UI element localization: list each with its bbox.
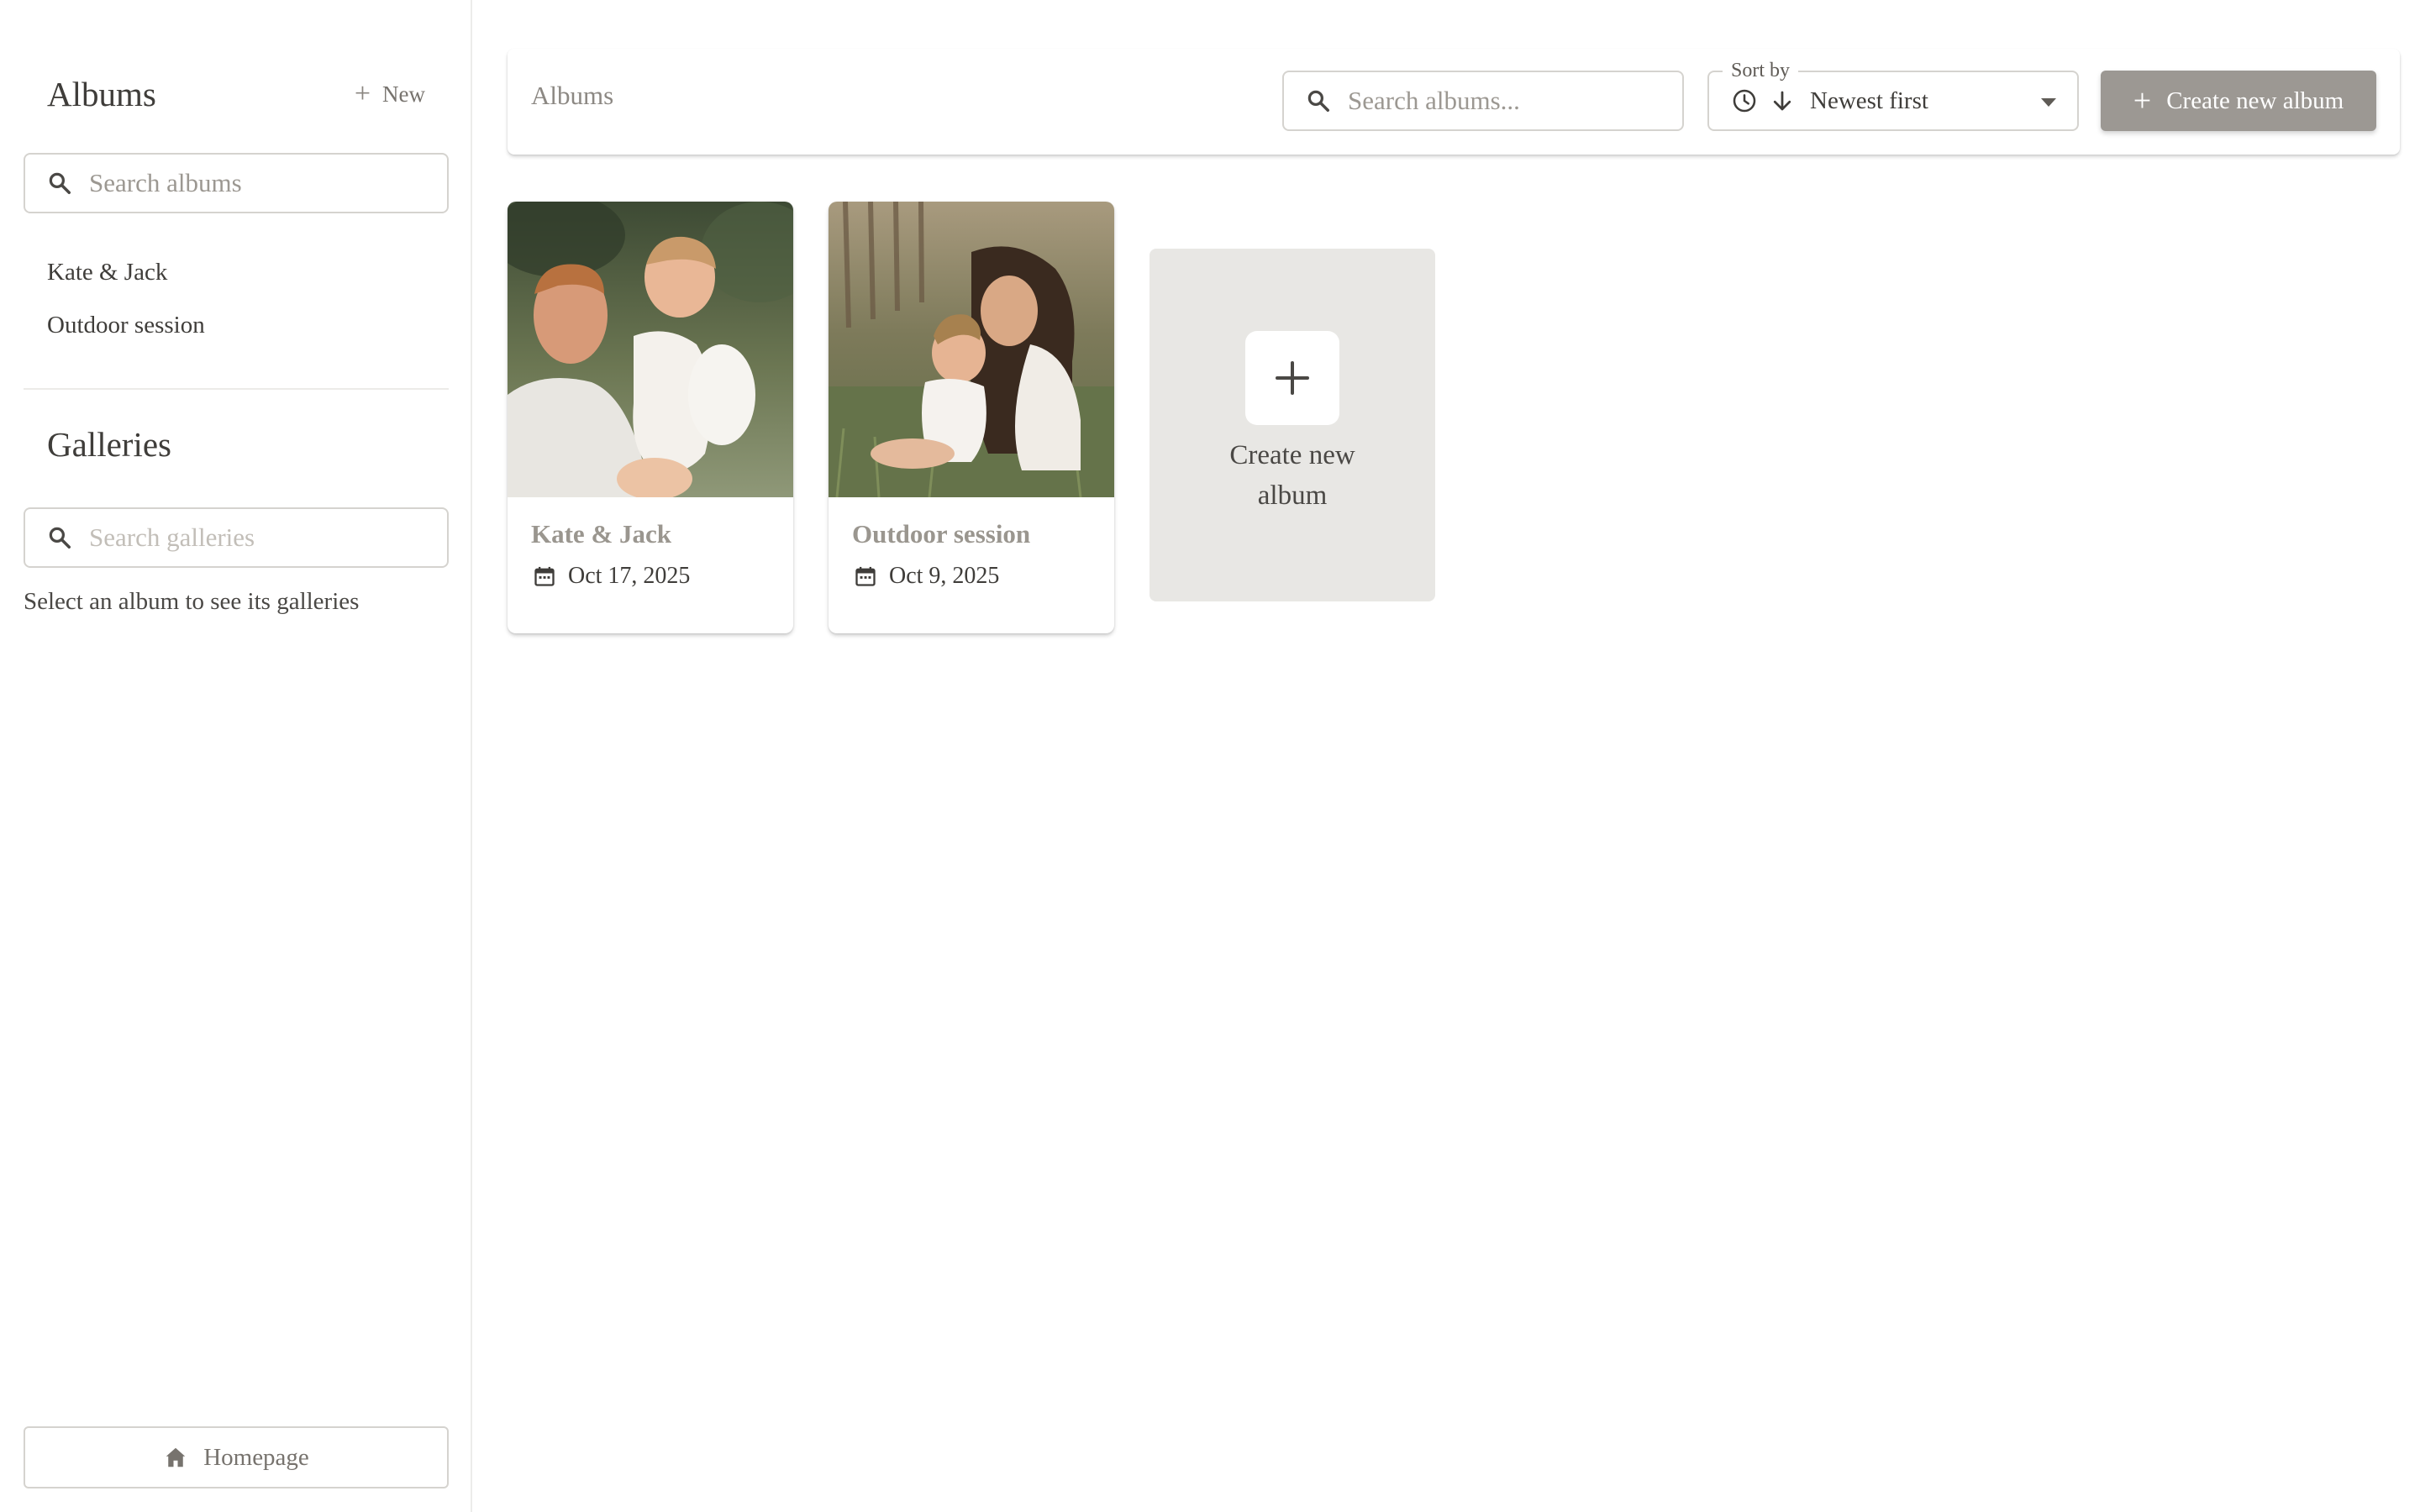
album-card[interactable]: Kate & Jack Oct 17, 2025 bbox=[508, 202, 793, 633]
create-album-card-label: Create new album bbox=[1150, 435, 1435, 516]
album-card-date-text: Oct 17, 2025 bbox=[568, 563, 691, 589]
album-card-date: Oct 17, 2025 bbox=[533, 563, 690, 590]
homepage-button-label: Homepage bbox=[203, 1443, 309, 1471]
album-search-input[interactable] bbox=[1348, 86, 1659, 116]
album-card-date-text: Oct 9, 2025 bbox=[889, 563, 1000, 589]
calendar-icon bbox=[534, 566, 555, 586]
arrow-down-icon bbox=[1773, 91, 1791, 111]
clock-icon bbox=[1733, 89, 1756, 113]
sidebar-albums-title: Albums bbox=[47, 75, 156, 113]
search-icon bbox=[49, 172, 71, 194]
album-cover-image bbox=[508, 202, 793, 497]
sidebar-album-list: Kate & Jack Outdoor session bbox=[47, 252, 205, 358]
sidebar-gallery-search[interactable] bbox=[24, 507, 449, 568]
sidebar: Albums + New Kate & Jack Outdoor session… bbox=[0, 0, 472, 1512]
homepage-button[interactable]: Homepage bbox=[24, 1426, 449, 1488]
calendar-icon bbox=[855, 566, 876, 586]
sidebar-album-search[interactable] bbox=[24, 153, 449, 213]
album-search[interactable] bbox=[1282, 71, 1684, 131]
create-album-button-label: Create new album bbox=[2166, 87, 2344, 114]
sidebar-albums-header: Albums + New bbox=[47, 71, 425, 118]
app-root: Albums + New Kate & Jack Outdoor session… bbox=[0, 0, 2420, 1512]
plus-icon: + bbox=[354, 78, 371, 109]
album-cover-image bbox=[829, 202, 1114, 497]
album-card[interactable]: Outdoor session Oct 9, 2025 bbox=[829, 202, 1114, 633]
plus-icon bbox=[1245, 331, 1339, 425]
plus-icon: + bbox=[2133, 83, 2152, 118]
sidebar-galleries-title: Galleries bbox=[47, 425, 171, 464]
sidebar-album-search-input[interactable] bbox=[89, 168, 425, 198]
sidebar-divider bbox=[24, 388, 449, 390]
sort-select-value: Newest first bbox=[1810, 87, 1928, 114]
album-card-title: Outdoor session bbox=[852, 519, 1031, 549]
new-album-button[interactable]: + New bbox=[355, 80, 425, 108]
galleries-empty-hint: Select an album to see its galleries bbox=[24, 588, 360, 615]
albums-toolbar: Albums Sort by Newest first + C bbox=[508, 49, 2400, 155]
sort-select-label: Sort by bbox=[1723, 59, 1799, 82]
page-title: Albums bbox=[531, 81, 614, 110]
create-album-card[interactable]: Create new album bbox=[1150, 249, 1435, 601]
sidebar-gallery-search-input[interactable] bbox=[89, 522, 425, 553]
search-icon bbox=[49, 527, 71, 549]
new-album-button-label: New bbox=[382, 81, 425, 107]
home-icon bbox=[166, 1447, 186, 1467]
caret-down-icon bbox=[2041, 98, 2056, 107]
sidebar-album-item[interactable]: Kate & Jack bbox=[47, 252, 205, 305]
album-card-date: Oct 9, 2025 bbox=[854, 563, 999, 590]
sort-select[interactable]: Sort by Newest first bbox=[1707, 59, 2079, 131]
create-album-button[interactable]: + Create new album bbox=[2101, 71, 2376, 131]
create-album-card-label-line: album bbox=[1257, 480, 1328, 511]
album-card-title: Kate & Jack bbox=[531, 519, 672, 549]
search-icon bbox=[1307, 90, 1329, 112]
create-album-card-label-line: Create new bbox=[1229, 440, 1355, 470]
sidebar-album-item[interactable]: Outdoor session bbox=[47, 305, 205, 358]
